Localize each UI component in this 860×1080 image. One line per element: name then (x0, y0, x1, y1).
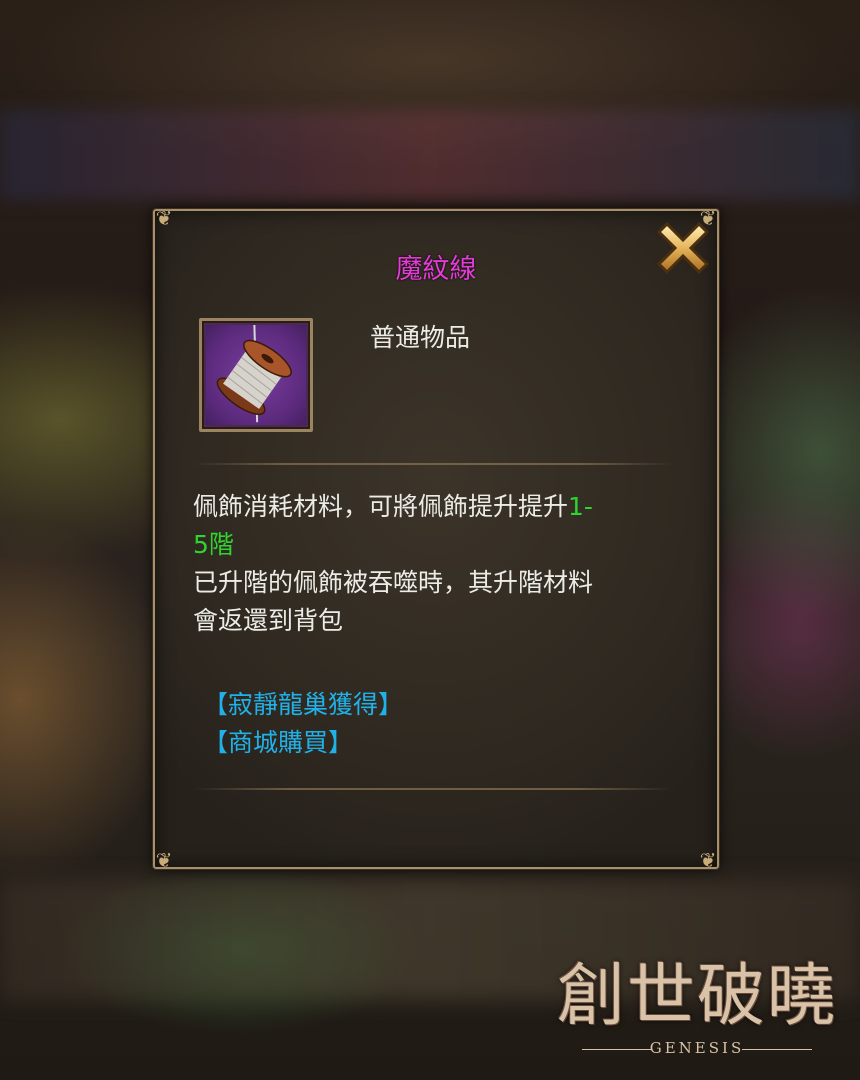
source-link-shop-purchase[interactable]: 【商城購買】 (203, 723, 353, 759)
source-link-silent-dragon-nest[interactable]: 【寂靜龍巢獲得】 (203, 685, 403, 721)
level-range-text: 1- (568, 492, 593, 521)
divider (193, 463, 673, 465)
level-range-text: 5階 (193, 530, 234, 559)
divider (193, 788, 673, 790)
item-icon-background (206, 324, 306, 425)
logo-title: 創世破曉 (556, 957, 837, 1036)
description-text: 佩飾消耗材料，可將佩飾提升提升 (193, 492, 569, 521)
item-description: 佩飾消耗材料，可將佩飾提升提升1- 5階 已升階的佩飾被吞噬時，其升階材料 會返… (193, 488, 679, 640)
description-line: 會返還到背包 (193, 606, 344, 635)
item-name: 魔紋線 (395, 254, 477, 285)
description-line: 5階 (193, 526, 679, 564)
description-line: 已升階的佩飾被吞噬時，其升階材料 (193, 568, 594, 597)
logo-subtitle: GENESIS (649, 1039, 745, 1057)
thread-spool-icon (216, 324, 292, 423)
background-band (0, 110, 860, 200)
ornament-corner-icon: ❦ (155, 206, 173, 230)
item-icon-frame[interactable] (199, 318, 313, 432)
item-rarity: 普通物品 (370, 323, 471, 352)
logo-line (742, 1049, 812, 1050)
ornament-corner-icon: ❦ (155, 848, 173, 872)
description-line: 佩飾消耗材料，可將佩飾提升提升1- (193, 488, 679, 526)
ornament-corner-icon: ❦ (699, 848, 717, 872)
game-logo: 創世破曉 GENESIS (552, 955, 842, 1065)
